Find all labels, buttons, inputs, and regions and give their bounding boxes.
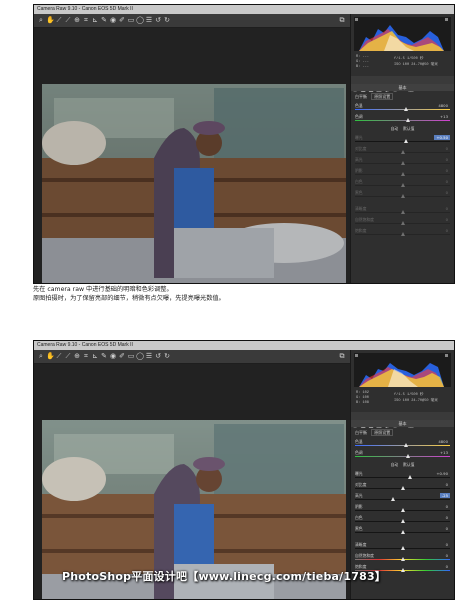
rgb-readout: R: --- G: --- B: --- f/1.5 1/500 秒 ISO 1… <box>354 54 451 72</box>
histogram <box>354 353 451 387</box>
contrast-slider[interactable]: 对比度 0 <box>355 482 450 492</box>
adjustment-brush-icon[interactable]: ✐ <box>118 16 126 24</box>
photo-preview <box>34 364 350 599</box>
readout-b: B: 108 <box>356 401 369 405</box>
blacks-slider[interactable]: 黑色 0 <box>355 190 450 200</box>
auto-default-row: 自动 默认值 <box>355 462 450 468</box>
whites-slider[interactable]: 白色 0 <box>355 179 450 189</box>
highlights-slider[interactable]: 高光 0 <box>355 157 450 167</box>
panel-tabs: ◉◢▲▦◐◎fx◫≡⊟ <box>351 76 454 93</box>
spot-removal-icon[interactable]: ✎ <box>100 16 108 24</box>
panel-tabs: ◉◢▲▦◐◎fx◫≡⊟ <box>351 412 454 429</box>
toolbar: ⌕ ✋ ⟋ ⟋ ⊕ ⌗ ⊾ ✎ ◉ ✐ ▭ ◯ ☰ ↺ ↻ ⧉ <box>34 14 350 28</box>
camera-raw-window-1: Camera Raw 9.10 - Canon EOS 5D Mark II ⌕… <box>33 4 455 284</box>
section-title: 基本 <box>351 84 454 91</box>
tint-slider[interactable]: 色调 +13 <box>355 450 450 460</box>
window-title: Camera Raw 9.10 - Canon EOS 5D Mark II <box>34 5 454 14</box>
caption-line-1: 先在 camera raw 中进行基础的明暗和色彩调整。 <box>33 286 173 293</box>
adjustment-panel: R: --- G: --- B: --- f/1.5 1/500 秒 ISO 1… <box>350 14 454 283</box>
radial-filter-icon[interactable]: ◯ <box>136 16 144 24</box>
straighten-tool-icon[interactable]: ⊾ <box>91 16 99 24</box>
fullscreen-icon[interactable]: ⧉ <box>338 352 346 360</box>
red-eye-icon[interactable]: ◉ <box>109 16 117 24</box>
saturation-slider[interactable]: 饱和度 0 <box>355 228 450 238</box>
window-title: Camera Raw 9.10 - Canon EOS 5D Mark II <box>34 341 454 350</box>
exif-iso-lens: ISO 100 24-70@50 毫米 <box>394 399 438 403</box>
white-balance-row: 白平衡 原照设置 <box>355 429 450 436</box>
crop-tool-icon[interactable]: ⌗ <box>82 16 90 24</box>
whites-slider[interactable]: 白色 0 <box>355 515 450 525</box>
wb-label: 白平衡 <box>355 430 367 435</box>
wb-label: 白平衡 <box>355 94 367 99</box>
shadows-slider[interactable]: 阴影 0 <box>355 168 450 178</box>
spot-removal-icon[interactable]: ✎ <box>100 352 108 360</box>
blacks-slider[interactable]: 黑色 0 <box>355 526 450 536</box>
fullscreen-icon[interactable]: ⧉ <box>338 16 346 24</box>
crop-tool-icon[interactable]: ⌗ <box>82 352 90 360</box>
white-balance-tool-icon[interactable]: ⟋ <box>55 352 63 360</box>
straighten-tool-icon[interactable]: ⊾ <box>91 352 99 360</box>
caption: 先在 camera raw 中进行基础的明暗和色彩调整。 原图拍摄时，为了保留亮… <box>33 286 453 303</box>
highlights-slider[interactable]: 高光 -25 <box>355 493 450 503</box>
readout-b: B: --- <box>356 65 369 69</box>
auto-default-row: 自动 默认值 <box>355 126 450 132</box>
preview-area <box>34 364 350 599</box>
hand-tool-icon[interactable]: ✋ <box>46 352 55 360</box>
auto-button[interactable]: 自动 <box>391 126 399 131</box>
preferences-icon[interactable]: ☰ <box>145 16 153 24</box>
wb-dropdown[interactable]: 原照设置 <box>371 93 394 100</box>
toolbar: ⌕ ✋ ⟋ ⟋ ⊕ ⌗ ⊾ ✎ ◉ ✐ ▭ ◯ ☰ ↺ ↻ ⧉ <box>34 350 350 364</box>
exif-iso-lens: ISO 100 24-70@50 毫米 <box>394 63 438 67</box>
target-adjust-icon[interactable]: ⊕ <box>73 16 81 24</box>
hand-tool-icon[interactable]: ✋ <box>46 16 55 24</box>
camera-raw-window-2: Camera Raw 9.10 - Canon EOS 5D Mark II ⌕… <box>33 340 455 600</box>
default-button[interactable]: 默认值 <box>403 126 414 131</box>
adjustment-panel: R: 102 G: 100 B: 108 f/1.5 1/500 秒 ISO 1… <box>350 350 454 599</box>
zoom-tool-icon[interactable]: ⌕ <box>37 16 45 24</box>
watermark: PhotoShop平面设计吧【www.linecg.com/tieba/1783… <box>62 570 386 583</box>
rotate-ccw-icon[interactable]: ↺ <box>154 352 162 360</box>
rotate-ccw-icon[interactable]: ↺ <box>154 16 162 24</box>
white-balance-row: 白平衡 原照设置 <box>355 93 450 100</box>
red-eye-icon[interactable]: ◉ <box>109 352 117 360</box>
adjustment-brush-icon[interactable]: ✐ <box>118 352 126 360</box>
color-sampler-icon[interactable]: ⟋ <box>64 352 72 360</box>
caption-line-2: 原图拍摄时，为了保留亮部的细节，稍微有点欠曝，先提亮曝光数值。 <box>33 294 225 302</box>
shadows-slider[interactable]: 阴影 0 <box>355 504 450 514</box>
wb-dropdown[interactable]: 原照设置 <box>371 429 394 436</box>
section-title: 基本 <box>351 420 454 427</box>
rotate-cw-icon[interactable]: ↻ <box>163 352 171 360</box>
clarity-slider[interactable]: 清晰度 0 <box>355 542 450 552</box>
auto-button[interactable]: 自动 <box>391 462 399 467</box>
vibrance-slider[interactable]: 自然饱和度 0 <box>355 553 450 563</box>
preferences-icon[interactable]: ☰ <box>145 352 153 360</box>
photo-preview <box>34 28 350 283</box>
histogram <box>354 17 451 51</box>
radial-filter-icon[interactable]: ◯ <box>136 352 144 360</box>
rotate-cw-icon[interactable]: ↻ <box>163 16 171 24</box>
zoom-tool-icon[interactable]: ⌕ <box>37 352 45 360</box>
clarity-slider[interactable]: 清晰度 0 <box>355 206 450 216</box>
graduated-filter-icon[interactable]: ▭ <box>127 352 135 360</box>
white-balance-tool-icon[interactable]: ⟋ <box>55 16 63 24</box>
color-sampler-icon[interactable]: ⟋ <box>64 16 72 24</box>
temperature-slider[interactable]: 色温 4800 <box>355 439 450 449</box>
preview-area <box>34 28 350 283</box>
contrast-slider[interactable]: 对比度 0 <box>355 146 450 156</box>
vibrance-slider[interactable]: 自然饱和度 0 <box>355 217 450 227</box>
default-button[interactable]: 默认值 <box>403 462 414 467</box>
exposure-slider[interactable]: 曝光 +0.90 <box>355 471 450 481</box>
target-adjust-icon[interactable]: ⊕ <box>73 352 81 360</box>
rgb-readout: R: 102 G: 100 B: 108 f/1.5 1/500 秒 ISO 1… <box>354 390 451 408</box>
tint-slider[interactable]: 色调 +13 <box>355 114 450 124</box>
graduated-filter-icon[interactable]: ▭ <box>127 16 135 24</box>
temperature-slider[interactable]: 色温 4800 <box>355 103 450 113</box>
exposure-slider[interactable]: 曝光 +0.50 <box>355 135 450 145</box>
